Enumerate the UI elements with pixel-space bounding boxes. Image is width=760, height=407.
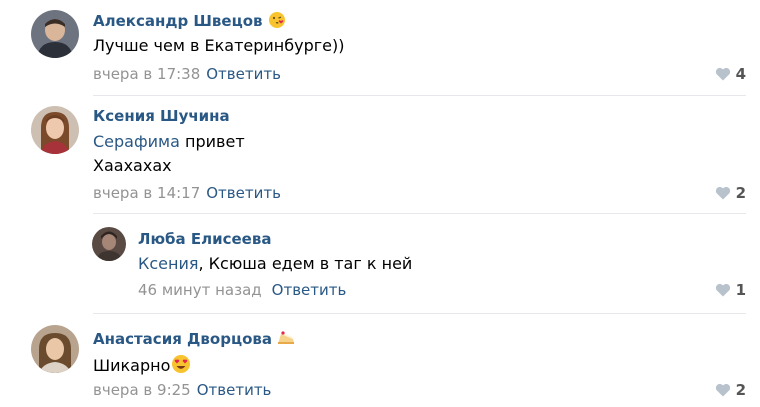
- comment-author: Ксения Шучина: [93, 107, 230, 125]
- comment-text-body: привет: [179, 132, 245, 151]
- comment-author: Люба Елисеева: [138, 230, 271, 248]
- heart-icon: [715, 67, 736, 81]
- heart-icon: [715, 186, 736, 200]
- like-button[interactable]: 2: [715, 184, 746, 202]
- reply-button[interactable]: Ответить: [206, 184, 281, 202]
- comment-text: Лучше чем в Екатеринбурге)): [93, 36, 345, 55]
- mention-link[interactable]: Серафима: [93, 132, 180, 151]
- comment-timestamp[interactable]: вчера в 9:25: [93, 381, 191, 399]
- heart-icon: [715, 283, 736, 297]
- comment-reply-item: Люба Елисеева Ксения, Ксюша едем в таг к…: [0, 215, 760, 314]
- author-name-link[interactable]: Александр Швецов: [93, 12, 263, 30]
- comment-meta: 46 минут назад Ответить: [138, 281, 346, 299]
- comment-author: Александр Швецов: [93, 11, 286, 33]
- heart-eyes-face-icon: [171, 354, 191, 379]
- like-button[interactable]: 4: [715, 65, 746, 83]
- reply-button[interactable]: Ответить: [206, 65, 281, 83]
- avatar[interactable]: [31, 10, 79, 58]
- comment-meta: вчера в 9:25 Ответить: [93, 381, 271, 399]
- comment-meta: вчера в 14:17 Ответить: [93, 184, 281, 202]
- like-button[interactable]: 1: [715, 281, 746, 299]
- comment-timestamp[interactable]: вчера в 14:17: [93, 184, 200, 202]
- author-name-link[interactable]: Люба Елисеева: [138, 230, 271, 248]
- like-count: 1: [735, 281, 746, 299]
- like-count: 2: [735, 381, 746, 399]
- comment-text-body: Шикарно: [93, 356, 171, 375]
- comment-meta: вчера в 17:38 Ответить: [93, 65, 281, 83]
- comment-text: Ксения, Ксюша едем в таг к ней: [138, 254, 412, 274]
- heart-icon: [715, 383, 736, 397]
- comment-item: Александр Швецов Лучше чем в Екатеринбур…: [0, 0, 760, 96]
- mention-link[interactable]: Ксения: [138, 254, 198, 273]
- comment-text: Серафима привет: [93, 132, 245, 152]
- comment-item: Ксения Шучина Серафима привет Хаахахах в…: [0, 96, 760, 214]
- comment-author: Анастасия Дворцова: [93, 329, 295, 351]
- like-button[interactable]: 2: [715, 381, 746, 399]
- comment-text: Шикарно: [93, 354, 191, 379]
- comment-text-body: , Ксюша едем в таг к ней: [198, 254, 413, 273]
- cake-icon: [277, 329, 295, 351]
- author-name-link[interactable]: Анастасия Дворцова: [93, 330, 272, 348]
- comment-item: Анастасия Дворцова Шикарно вчера в 9:25 О…: [0, 314, 760, 407]
- divider: [93, 213, 746, 214]
- comment-text-line: Хаахахах: [93, 156, 172, 175]
- author-name-link[interactable]: Ксения Шучина: [93, 107, 230, 125]
- avatar[interactable]: [92, 227, 126, 261]
- reply-button[interactable]: Ответить: [197, 381, 272, 399]
- reply-button[interactable]: Ответить: [272, 281, 347, 299]
- comment-timestamp[interactable]: 46 минут назад: [138, 281, 262, 299]
- like-count: 4: [735, 65, 746, 83]
- avatar[interactable]: [31, 106, 79, 154]
- like-count: 2: [735, 184, 746, 202]
- comment-timestamp[interactable]: вчера в 17:38: [93, 65, 200, 83]
- kissing-face-icon: [268, 11, 286, 33]
- avatar[interactable]: [31, 325, 79, 373]
